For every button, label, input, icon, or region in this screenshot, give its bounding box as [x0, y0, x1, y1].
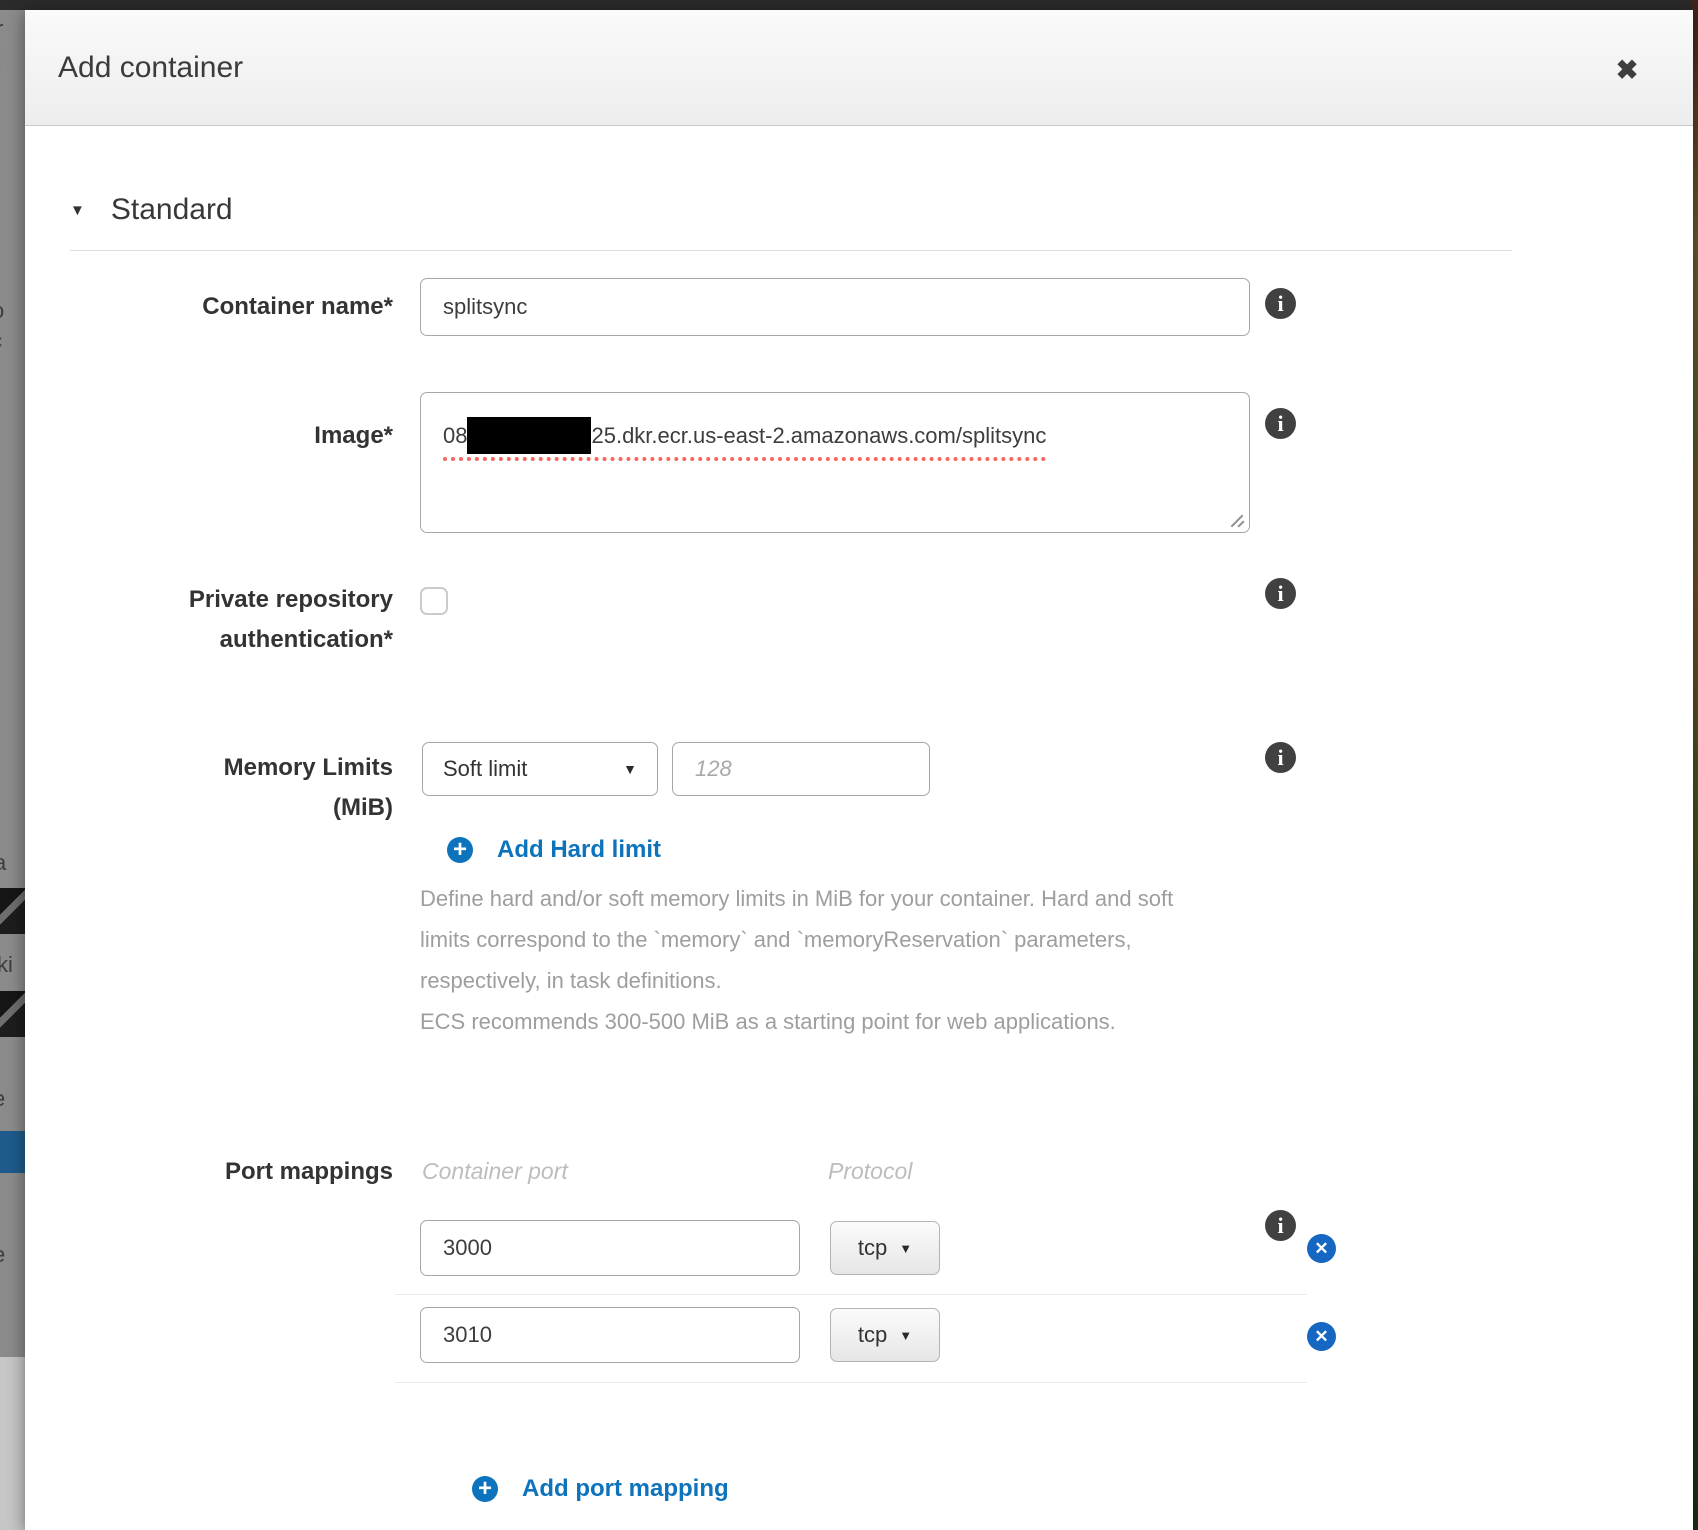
column-header-protocol: Protocol [828, 1158, 912, 1185]
protocol-value: tcp [858, 1322, 887, 1348]
protocol-select[interactable]: tcp ▼ [830, 1221, 940, 1275]
section-divider [70, 250, 1512, 251]
add-hard-limit-label: Add Hard limit [497, 836, 661, 864]
image-info-icon[interactable]: i [1265, 408, 1296, 439]
add-container-modal: Add container ✖ ▼ Standard Container nam… [25, 10, 1693, 1530]
add-port-mapping-label: Add port mapping [522, 1475, 729, 1503]
background-text-fragment: ‹ [0, 46, 1, 72]
background-text-fragment: o [0, 298, 4, 324]
info-icon-glyph: i [1277, 291, 1283, 317]
memory-limits-label-line1: Memory Limits [65, 748, 393, 788]
image-input[interactable]: 08 25.dkr.ecr.us-east-2.amazonaws.com/spl… [420, 392, 1250, 533]
background-page-left-edge: r ‹ o c a ki e e [0, 10, 25, 1530]
image-label: Image* [65, 416, 393, 456]
info-icon-glyph: i [1277, 1213, 1283, 1239]
protocol-value: tcp [858, 1235, 887, 1261]
private-repo-auth-checkbox[interactable] [420, 587, 448, 615]
container-port-input[interactable] [420, 1307, 800, 1363]
textarea-resize-handle[interactable] [1229, 512, 1246, 529]
background-text-fragment: r [0, 16, 3, 42]
close-button[interactable]: ✖ [1605, 48, 1649, 92]
memory-limits-help-text: Define hard and/or soft memory limits in… [420, 878, 1250, 1042]
container-port-input[interactable] [420, 1220, 800, 1276]
section-title: Standard [111, 193, 233, 227]
background-panel-fragment [0, 1357, 25, 1530]
memory-limits-label-line2: (MiB) [65, 788, 393, 828]
redacted-account-id [467, 417, 591, 454]
background-thumbnail-fragment [0, 991, 25, 1037]
port-row-divider [395, 1382, 1307, 1383]
memory-limits-label: Memory Limits (MiB) [65, 748, 393, 828]
memory-limit-type-value: Soft limit [443, 756, 527, 782]
port-mappings-info-icon[interactable]: i [1265, 1210, 1296, 1241]
private-repo-auth-info-icon[interactable]: i [1265, 578, 1296, 609]
remove-port-mapping-button[interactable]: ✕ [1307, 1322, 1336, 1351]
help-line: ECS recommends 300-500 MiB as a starting… [420, 1001, 1250, 1042]
private-repo-auth-label-line1: Private repository [65, 580, 393, 620]
background-text-fragment: e [0, 1242, 5, 1268]
info-icon-glyph: i [1277, 411, 1283, 437]
private-repo-auth-label: Private repository authentication* [65, 580, 393, 660]
image-value: 08 25.dkr.ecr.us-east-2.amazonaws.com/spl… [443, 417, 1046, 461]
plus-circle-icon: + [472, 1476, 498, 1502]
container-name-label: Container name* [65, 287, 393, 327]
column-header-container-port: Container port [422, 1158, 568, 1185]
remove-icon: ✕ [1314, 1327, 1328, 1347]
info-icon-glyph: i [1277, 745, 1283, 771]
plus-circle-icon: + [447, 837, 473, 863]
image-value-prefix: 08 [443, 423, 467, 449]
close-icon: ✖ [1616, 55, 1639, 86]
container-name-info-icon[interactable]: i [1265, 288, 1296, 319]
section-toggle-standard[interactable]: ▼ Standard [70, 188, 233, 232]
help-line: Define hard and/or soft memory limits in… [420, 878, 1250, 919]
remove-port-mapping-button[interactable]: ✕ [1307, 1234, 1336, 1263]
add-port-mapping-link[interactable]: + Add port mapping [472, 1475, 729, 1503]
modal-header: Add container ✖ [25, 10, 1693, 126]
caret-down-icon: ▼ [70, 202, 85, 219]
protocol-select[interactable]: tcp ▼ [830, 1308, 940, 1362]
info-icon-glyph: i [1277, 581, 1283, 607]
background-thumbnail-fragment [0, 888, 25, 934]
help-line: respectively, in task definitions. [420, 960, 1250, 1001]
chevron-down-icon: ▼ [899, 1328, 912, 1343]
background-text-fragment: c [0, 328, 2, 354]
chevron-down-icon: ▼ [899, 1241, 912, 1256]
memory-limit-value-input[interactable] [672, 742, 930, 796]
image-value-suffix: 25.dkr.ecr.us-east-2.amazonaws.com/split… [591, 423, 1046, 449]
background-button-fragment [0, 1131, 25, 1173]
memory-limits-info-icon[interactable]: i [1265, 742, 1296, 773]
container-name-input[interactable] [420, 278, 1250, 336]
memory-limit-type-select[interactable]: Soft limit ▼ [422, 742, 658, 796]
chevron-down-icon: ▼ [623, 761, 637, 777]
background-text-fragment: a [0, 850, 6, 876]
screenshot-canvas: r ‹ o c a ki e e Add container ✖ ▼ Stand… [0, 0, 1698, 1530]
private-repo-auth-label-line2: authentication* [65, 620, 393, 660]
port-mappings-label: Port mappings [65, 1152, 393, 1192]
modal-title: Add container [58, 10, 243, 126]
browser-top-bar [0, 0, 1698, 10]
background-text-fragment: ki [0, 952, 13, 978]
background-text-fragment: e [0, 1086, 5, 1112]
add-hard-limit-link[interactable]: + Add Hard limit [447, 836, 661, 864]
remove-icon: ✕ [1314, 1239, 1328, 1259]
port-row-divider [395, 1294, 1307, 1295]
help-line: limits correspond to the `memory` and `m… [420, 919, 1250, 960]
